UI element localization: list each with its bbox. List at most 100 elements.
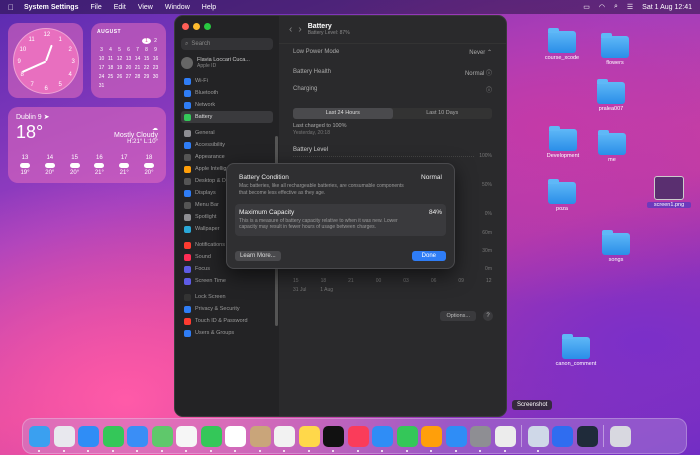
location-arrow-icon: ➤ bbox=[43, 114, 50, 121]
calendar-widget[interactable]: AUGUST 1 2 3 4 5 6 7 8 9 10 11 12 13 14 15 16 17 18 19 20 21… bbox=[91, 23, 166, 98]
desktop-folder[interactable]: poza bbox=[540, 179, 584, 212]
menu-app-name[interactable]: System Settings bbox=[24, 4, 78, 11]
sidebar-item-screen-time[interactable]: Screen Time bbox=[181, 275, 273, 287]
davinci-icon[interactable] bbox=[576, 425, 598, 447]
finder-icon[interactable] bbox=[29, 425, 50, 452]
apple-id-row[interactable]: Flavia Loccari Cuca... Apple ID bbox=[181, 57, 273, 69]
menu-bar:  System Settings File Edit View Window … bbox=[0, 0, 700, 14]
facetime-icon[interactable] bbox=[200, 425, 222, 452]
cloud-icon bbox=[69, 163, 80, 168]
launchpad-icon[interactable] bbox=[53, 425, 75, 452]
quicktime-icon[interactable] bbox=[552, 425, 573, 447]
safari-icon[interactable] bbox=[78, 425, 99, 452]
back-button[interactable]: ‹ bbox=[289, 24, 292, 35]
weather-range: H:21° L:10° bbox=[127, 139, 158, 145]
photos-icon[interactable] bbox=[176, 425, 197, 452]
running-indicator bbox=[234, 449, 236, 452]
low-power-popup[interactable]: Never ⌃ bbox=[469, 49, 492, 56]
desktop-folder[interactable]: flowers bbox=[593, 33, 637, 66]
menu-view[interactable]: View bbox=[138, 4, 153, 11]
desktop-folder[interactable]: songs bbox=[594, 230, 638, 263]
calendar-day: 30 bbox=[152, 74, 159, 80]
tv-icon[interactable] bbox=[323, 425, 344, 452]
weather-widget[interactable]: Dublin 9 ➤ 18° ☁ Mostly Cloudy H:21° L:1… bbox=[8, 107, 166, 183]
desktop-folder[interactable]: canon_comment bbox=[554, 334, 598, 367]
search-icon[interactable]: ⌕ bbox=[614, 3, 618, 11]
contacts-icon[interactable] bbox=[249, 425, 271, 452]
calendar-day: 4 bbox=[109, 47, 112, 53]
close-button[interactable] bbox=[182, 23, 189, 30]
x-label: 12 bbox=[485, 278, 492, 284]
folder-icon bbox=[548, 179, 576, 204]
messages-icon[interactable] bbox=[102, 425, 124, 452]
sidebar-item-lock-screen[interactable]: Lock Screen bbox=[181, 291, 273, 303]
mail-icon[interactable] bbox=[127, 425, 148, 452]
options-button[interactable]: Options... bbox=[440, 311, 476, 321]
sidebar-item-label: Lock Screen bbox=[195, 294, 226, 300]
calendar-day: 10 bbox=[98, 56, 105, 62]
sidebar-item-bluetooth[interactable]: Bluetooth bbox=[181, 87, 273, 99]
sidebar-item-wi-fi[interactable]: Wi-Fi bbox=[181, 75, 273, 87]
menu-help[interactable]: Help bbox=[202, 4, 216, 11]
calendar-day: 29 bbox=[143, 74, 150, 80]
sidebar-item-users-groups[interactable]: Users & Groups bbox=[181, 327, 273, 339]
wifi-icon[interactable]: ◠ bbox=[599, 3, 605, 11]
app-store-icon[interactable] bbox=[445, 425, 467, 452]
settings-icon bbox=[184, 113, 191, 121]
desktop-folder[interactable]: course_xcode bbox=[540, 28, 584, 61]
clock-widget[interactable]: 12 1 2 3 4 5 6 7 8 9 10 11 bbox=[8, 23, 83, 98]
disk-utility-icon[interactable] bbox=[527, 425, 549, 452]
menu-clock[interactable]: Sat 1 Aug 12:41 bbox=[642, 4, 692, 11]
desktop-folder[interactable]: Development bbox=[541, 126, 585, 159]
music-icon[interactable] bbox=[347, 425, 369, 452]
minimize-button[interactable] bbox=[193, 23, 200, 30]
running-indicator bbox=[356, 449, 359, 452]
clock-numeral: 5 bbox=[58, 81, 62, 88]
control-center-icon[interactable]: ☰ bbox=[627, 3, 633, 11]
info-icon[interactable]: ⓘ bbox=[486, 71, 492, 77]
desktop-file-screenshot[interactable]: screen1.png bbox=[647, 176, 691, 208]
folder-icon bbox=[598, 130, 626, 155]
sidebar-item-label: Wallpaper bbox=[195, 226, 220, 232]
tab-last-10-days[interactable]: Last 10 Days bbox=[393, 108, 493, 119]
reminders-icon[interactable] bbox=[274, 425, 295, 452]
tab-last-24-hours[interactable]: Last 24 Hours bbox=[293, 108, 393, 119]
cloud-icon bbox=[44, 163, 55, 168]
menu-file[interactable]: File bbox=[90, 4, 101, 11]
done-button[interactable]: Done bbox=[411, 251, 446, 261]
system-settings-icon[interactable] bbox=[470, 425, 491, 452]
clock-numeral: 4 bbox=[68, 71, 72, 78]
sidebar-item-general[interactable]: General bbox=[181, 127, 273, 139]
running-indicator bbox=[479, 449, 481, 452]
image-thumbnail-icon bbox=[654, 176, 684, 200]
help-button[interactable]: ? bbox=[483, 311, 493, 321]
menu-edit[interactable]: Edit bbox=[114, 4, 126, 11]
menu-window[interactable]: Window bbox=[165, 4, 190, 11]
learn-more-button[interactable]: Learn More... bbox=[235, 251, 281, 261]
sidebar-item-appearance[interactable]: Appearance bbox=[181, 151, 273, 163]
notes-icon[interactable] bbox=[298, 425, 320, 452]
forward-button[interactable]: › bbox=[298, 24, 301, 35]
numbers-icon[interactable] bbox=[396, 425, 418, 452]
sidebar-item-accessibility[interactable]: Accessibility bbox=[181, 139, 273, 151]
settings-icon bbox=[184, 141, 191, 149]
battery-icon[interactable]: ▭ bbox=[583, 3, 590, 11]
sidebar-item-battery[interactable]: Battery bbox=[181, 111, 273, 123]
keynote-icon[interactable] bbox=[372, 425, 393, 452]
desktop-folder[interactable]: me bbox=[590, 130, 634, 163]
search-field[interactable]: ⌕ Search bbox=[181, 38, 273, 50]
trash-icon[interactable] bbox=[609, 425, 631, 447]
pages-icon[interactable] bbox=[421, 425, 442, 452]
maps-icon[interactable] bbox=[151, 425, 173, 452]
sidebar-item-network[interactable]: Network bbox=[181, 99, 273, 111]
info-icon[interactable]: ⓘ bbox=[486, 85, 492, 94]
settings-icon bbox=[184, 129, 191, 137]
apple-icon[interactable]:  bbox=[8, 3, 14, 12]
sidebar-item-privacy-security[interactable]: Privacy & Security bbox=[181, 303, 273, 315]
screenshot-icon[interactable] bbox=[494, 425, 516, 452]
hour-hand bbox=[44, 44, 53, 61]
sidebar-item-touch-id-password[interactable]: Touch ID & Password bbox=[181, 315, 273, 327]
calendar-icon[interactable] bbox=[225, 425, 246, 452]
desktop-folder[interactable]: pralea007 bbox=[589, 79, 633, 112]
zoom-button[interactable] bbox=[204, 23, 211, 30]
